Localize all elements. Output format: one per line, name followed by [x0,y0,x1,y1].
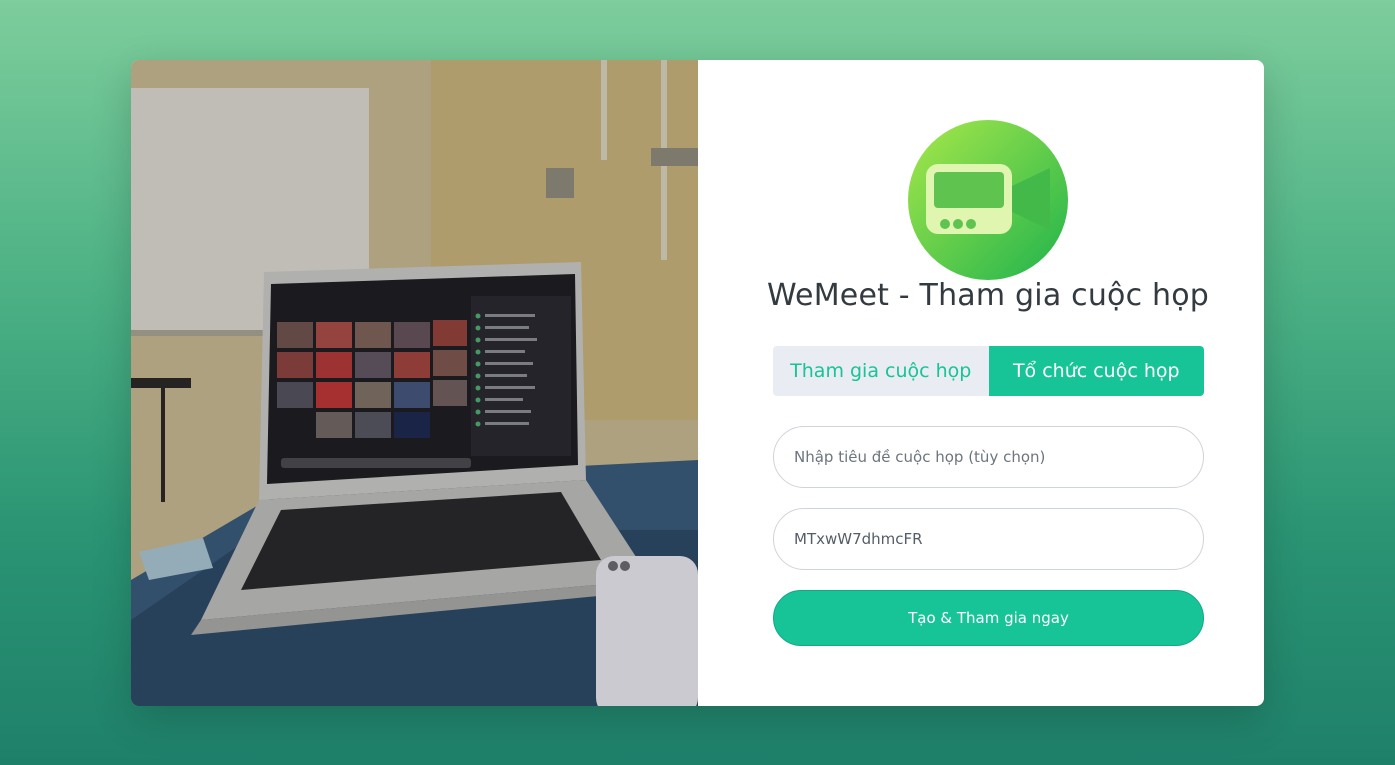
create-join-button[interactable]: Tạo & Tham gia ngay [773,590,1204,646]
tab-host-meeting[interactable]: Tổ chức cuộc họp [988,346,1204,396]
meeting-code-input[interactable] [773,508,1204,570]
video-camera-icon [908,120,1068,280]
tab-join-meeting[interactable]: Tham gia cuộc họp [773,346,989,396]
hero-photo [131,60,698,706]
mode-tabs: Tham gia cuộc họp Tổ chức cuộc họp [773,346,1204,396]
meeting-title-input[interactable] [773,426,1204,488]
page-title: WeMeet - Tham gia cuộc họp [766,278,1210,313]
laptop-video-call-photo [131,60,698,706]
meeting-card: WeMeet - Tham gia cuộc họp Tham gia cuộc… [131,60,1264,706]
join-panel: WeMeet - Tham gia cuộc họp Tham gia cuộc… [698,60,1264,706]
